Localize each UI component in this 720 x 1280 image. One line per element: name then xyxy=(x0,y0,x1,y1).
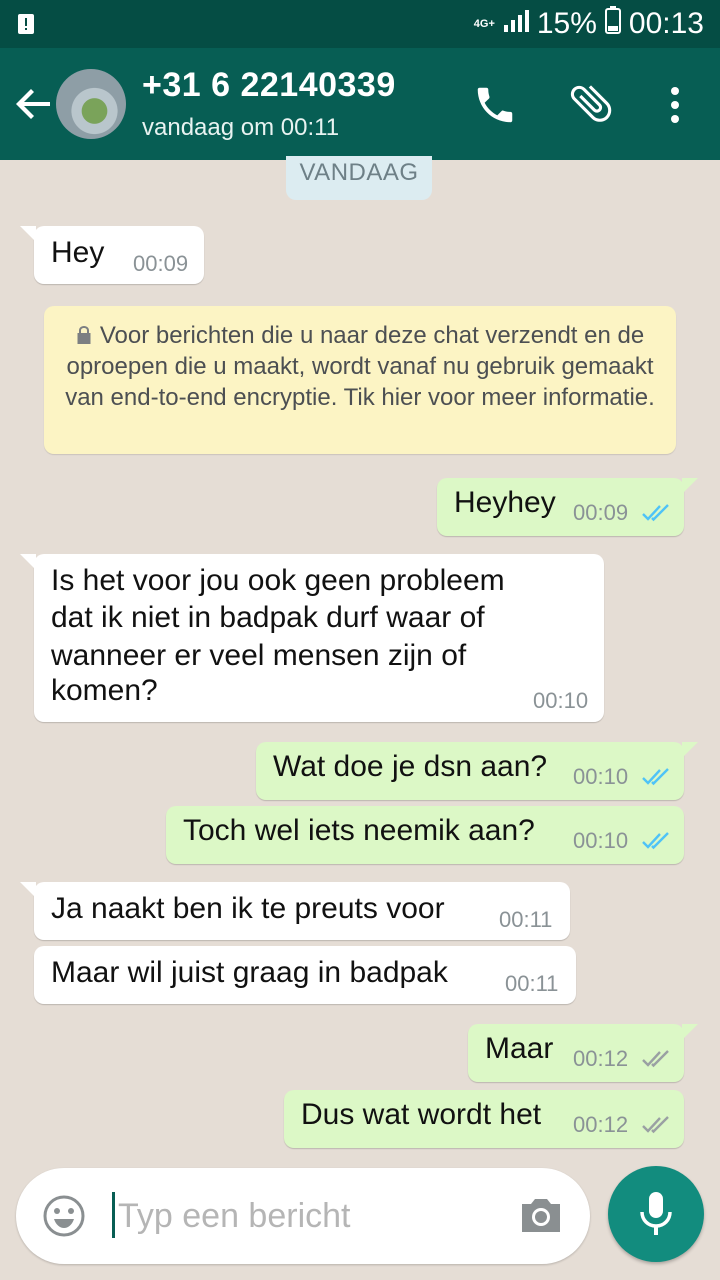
message-time: 00:10 xyxy=(573,828,629,853)
message-text: Wat doe je dsn aan? xyxy=(273,750,548,783)
text-cursor xyxy=(112,1192,115,1238)
message-outgoing[interactable]: Dus wat wordt het 00:12 xyxy=(284,1090,684,1148)
message-incoming[interactable]: Maar wil juist graag in badpak 00:11 xyxy=(34,946,576,1004)
read-ticks-icon xyxy=(642,768,669,786)
message-text: Ja naakt ben ik te preuts voor xyxy=(51,892,445,925)
encryption-notice[interactable]: Voor berichten die u naar deze chat verz… xyxy=(44,306,676,454)
message-input[interactable] xyxy=(118,1190,498,1242)
message-text: Maar xyxy=(485,1032,554,1065)
attach-icon[interactable] xyxy=(566,78,616,128)
message-text: Dus wat wordt het xyxy=(301,1098,542,1131)
chat-header: +31 6 22140339 vandaag om 00:11 xyxy=(0,48,720,160)
message-text-line: Is het voor jou ook geen probleem xyxy=(51,564,505,597)
date-chip: VANDAAG xyxy=(286,156,432,200)
message-text: Toch wel iets neemik aan? xyxy=(183,814,535,847)
chat-area[interactable]: VANDAAG Hey 00:09 Voor berichten die u n… xyxy=(0,156,720,1280)
message-incoming[interactable]: Ja naakt ben ik te preuts voor 00:11 xyxy=(20,882,570,940)
battery-icon xyxy=(604,6,621,42)
message-time: 00:11 xyxy=(505,971,559,996)
read-ticks-icon xyxy=(642,832,669,850)
message-time: 00:09 xyxy=(133,251,189,276)
lock-icon xyxy=(77,326,91,344)
encryption-notice-text: Voor berichten die u naar deze chat verz… xyxy=(65,322,655,411)
message-incoming[interactable]: Hey 00:09 xyxy=(20,226,204,284)
message-text-line: komen? xyxy=(51,674,158,707)
signal-icon xyxy=(503,7,529,41)
message-time: 00:10 xyxy=(573,764,629,789)
message-composer xyxy=(16,1168,590,1264)
message-time: 00:12 xyxy=(573,1112,629,1137)
message-outgoing[interactable]: Maar 00:12 xyxy=(468,1024,698,1082)
camera-icon[interactable] xyxy=(518,1194,564,1238)
message-time: 00:10 xyxy=(533,688,589,713)
network-type: 4G+ xyxy=(473,18,495,30)
message-text: Maar wil juist graag in badpak xyxy=(51,956,448,989)
message-time: 00:11 xyxy=(499,907,553,932)
mic-icon xyxy=(640,1192,672,1235)
message-time: 00:12 xyxy=(573,1046,629,1071)
call-icon[interactable] xyxy=(472,82,518,128)
delivered-ticks-icon xyxy=(642,1050,669,1068)
message-outgoing[interactable]: Wat doe je dsn aan? 00:10 xyxy=(256,742,698,800)
message-text-line: dat ik niet in badpak durf waar of xyxy=(51,601,485,634)
last-seen: vandaag om 00:11 xyxy=(142,114,340,141)
read-ticks-icon xyxy=(642,504,669,522)
voice-record-button[interactable] xyxy=(608,1166,704,1262)
message-outgoing[interactable]: Toch wel iets neemik aan? 00:10 xyxy=(166,806,684,864)
avatar[interactable] xyxy=(56,69,126,139)
message-text: Hey xyxy=(51,236,105,269)
emoji-icon[interactable] xyxy=(42,1194,86,1238)
message-outgoing[interactable]: Heyhey 00:09 xyxy=(437,478,698,536)
delivered-ticks-icon xyxy=(642,1116,669,1134)
status-bar: 4G+ 15% 00:13 xyxy=(0,0,720,48)
back-arrow-icon[interactable] xyxy=(12,82,56,126)
notification-icon xyxy=(16,12,36,41)
contact-name[interactable]: +31 6 22140339 xyxy=(142,66,396,105)
clock: 00:13 xyxy=(628,7,704,40)
message-incoming[interactable]: Is het voor jou ook geen probleem dat ik… xyxy=(20,554,604,722)
battery-percent: 15% xyxy=(536,7,597,40)
message-text-line: wanneer er veel mensen zijn of xyxy=(51,639,467,672)
message-time: 00:09 xyxy=(573,500,629,525)
menu-icon[interactable] xyxy=(660,82,690,128)
message-text: Heyhey xyxy=(454,486,556,519)
